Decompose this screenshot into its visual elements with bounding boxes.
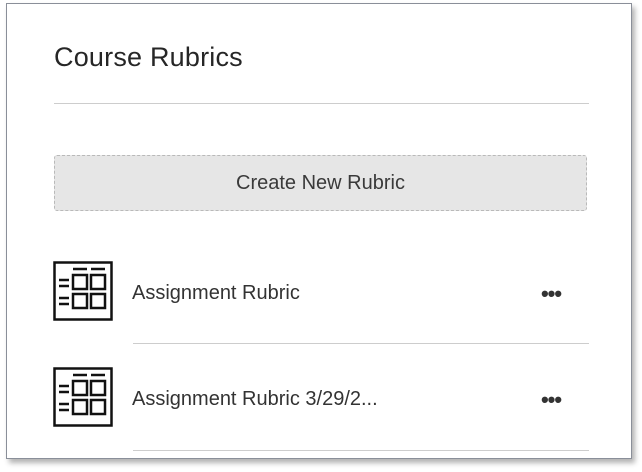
row-divider — [133, 343, 589, 344]
list-item-rubric[interactable]: Assignment Rubric ••• — [7, 254, 631, 334]
course-rubrics-window: Course Rubrics Create New Rubric Assignm… — [6, 3, 632, 459]
rubric-name[interactable]: Assignment Rubric 3/29/2... — [132, 388, 378, 411]
more-options-button[interactable]: ••• — [535, 281, 567, 306]
row-divider — [133, 450, 589, 451]
course-rubrics-panel: Course Rubrics Create New Rubric Assignm… — [7, 4, 631, 458]
rubric-grid-icon — [53, 261, 113, 321]
list-item-rubric[interactable]: Assignment Rubric 3/29/2... ••• — [7, 360, 631, 440]
more-options-button[interactable]: ••• — [535, 387, 567, 412]
rubric-grid-icon — [53, 367, 113, 427]
rubric-name[interactable]: Assignment Rubric — [132, 282, 300, 305]
page-title: Course Rubrics — [54, 42, 243, 72]
title-divider — [54, 103, 589, 104]
create-new-rubric-button[interactable]: Create New Rubric — [54, 155, 587, 211]
